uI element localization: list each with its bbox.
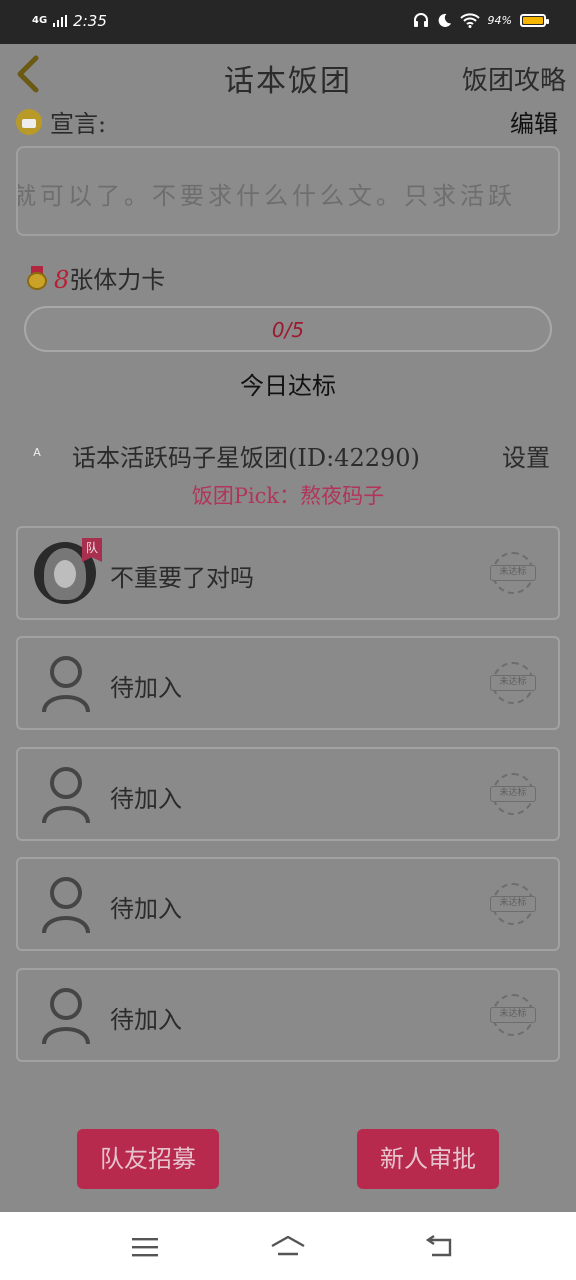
declaration-header: 宣言:: [16, 104, 106, 139]
headphones-icon: [413, 13, 428, 27]
stamina-suffix: 张体力卡: [69, 266, 166, 294]
stamp-label: 未达标: [490, 1007, 536, 1023]
group-pick: 饭团Pick：熬夜码子: [191, 484, 385, 508]
person-icon: [42, 656, 90, 713]
system-nav-bar: [0, 1212, 576, 1280]
clock: 2:35: [73, 12, 107, 30]
person-icon: [42, 767, 90, 824]
progress-text: 0/5: [271, 318, 305, 342]
stamp-label: 未达标: [490, 565, 536, 581]
member-name: 待加入: [110, 674, 182, 702]
stamp-label: 未达标: [490, 896, 536, 912]
group-info: A 话本活跃码子星饭团(ID:42290) 设置: [30, 438, 560, 474]
member-card[interactable]: 待加入 未达标: [16, 857, 560, 951]
avatar[interactable]: 队: [34, 538, 102, 604]
stamp-label: 未达标: [490, 675, 536, 691]
strategy-link[interactable]: 饭团攻略: [462, 60, 566, 97]
main-content: 话本饭团 饭团攻略 宣言: 编辑 就可以了。不要求什么什么文。只求活跃 8张体力…: [0, 44, 576, 1212]
medal-icon: [26, 265, 48, 290]
today-target-label: 今日达标: [240, 372, 336, 400]
menu-icon[interactable]: [130, 1234, 160, 1260]
stamina-cards: 8张体力卡: [26, 260, 165, 295]
member-card[interactable]: 队 不重要了对吗 未达标: [16, 526, 560, 620]
status-right: 94%: [413, 12, 549, 28]
declaration-text: 就可以了。不要求什么什么文。只求活跃: [16, 182, 516, 210]
member-name: 待加入: [110, 785, 182, 813]
status-left: 4G 2:35: [32, 12, 107, 30]
stamina-count: 8: [54, 266, 70, 294]
daily-progress-bar: 0/5: [24, 306, 552, 352]
stamina-text: 8张体力卡: [54, 260, 165, 295]
not-qualified-stamp: 未达标: [490, 773, 538, 817]
recruit-teammates-button[interactable]: 队友招募: [77, 1129, 219, 1189]
status-bar: 4G 2:35 94%: [0, 0, 576, 44]
member-name: 不重要了对吗: [110, 564, 254, 592]
not-qualified-stamp: 未达标: [490, 662, 538, 706]
group-logo-icon: A: [33, 446, 41, 459]
member-name: 待加入: [110, 895, 182, 923]
moon-icon: [438, 13, 451, 27]
person-icon: [42, 988, 90, 1045]
home-icon[interactable]: [270, 1234, 306, 1260]
back-icon[interactable]: [424, 1234, 454, 1260]
not-qualified-stamp: 未达标: [490, 552, 538, 596]
not-qualified-stamp: 未达标: [490, 883, 538, 927]
battery-icon: [520, 13, 549, 27]
declaration-box[interactable]: 就可以了。不要求什么什么文。只求活跃: [16, 146, 560, 236]
declaration-label: 宣言:: [50, 110, 107, 138]
member-name: 待加入: [110, 1006, 182, 1034]
member-card[interactable]: 待加入 未达标: [16, 747, 560, 841]
not-qualified-stamp: 未达标: [490, 994, 538, 1038]
edit-button[interactable]: 编辑: [510, 104, 558, 139]
group-name: 话本活跃码子星饭团(ID:42290): [72, 444, 420, 472]
member-card[interactable]: 待加入 未达标: [16, 968, 560, 1062]
stamp-label: 未达标: [490, 786, 536, 802]
mailbox-icon: [16, 108, 42, 135]
settings-button[interactable]: 设置: [502, 438, 550, 473]
battery-percent: 94%: [487, 13, 512, 27]
member-card[interactable]: 待加入 未达标: [16, 636, 560, 730]
signal-icon: [53, 15, 68, 27]
network-indicator: 4G: [32, 15, 48, 26]
person-icon: [42, 877, 90, 934]
wifi-icon: [459, 12, 480, 28]
approve-newcomers-button[interactable]: 新人审批: [357, 1129, 499, 1189]
